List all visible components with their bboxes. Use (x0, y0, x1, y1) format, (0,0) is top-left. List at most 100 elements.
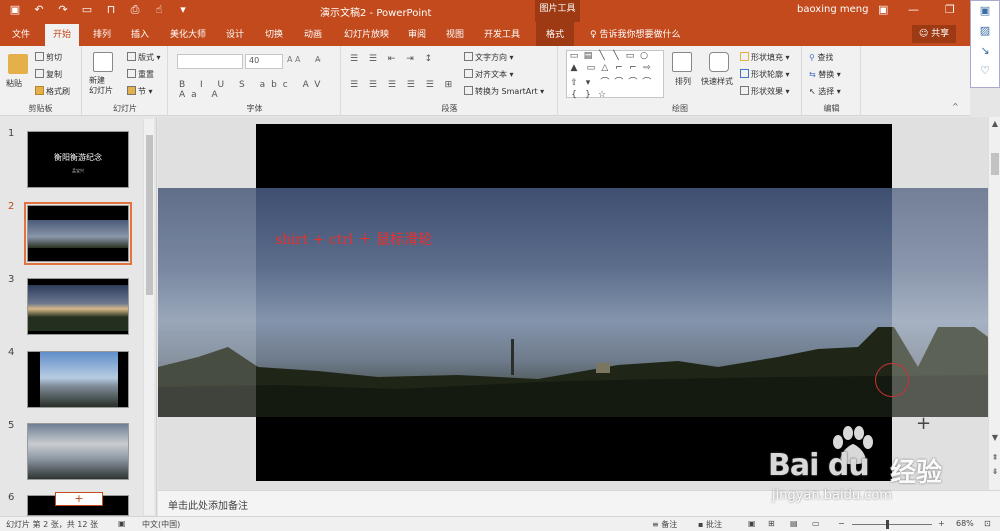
smartart-button[interactable]: 转换为 SmartArt ▾ (464, 86, 544, 97)
previous-slide-icon[interactable]: ⇞ (989, 453, 1000, 462)
customize-icon[interactable]: ▾ (176, 3, 190, 17)
align-buttons[interactable]: ☰ ☰ ☰ ☰ ☰ ⊞ (350, 80, 456, 90)
tab-slideshow[interactable]: 幻灯片放映 (344, 27, 389, 40)
select-button[interactable]: ↖ 选择 ▾ (809, 86, 841, 97)
slide-thumbnail-5[interactable] (27, 423, 129, 480)
font-group: 40 A A A̶ B I U S abc AV Aa A 字体 (169, 46, 341, 116)
comments-toggle[interactable]: ▪ 批注 (698, 519, 722, 530)
reset-button[interactable]: 重置 (127, 69, 154, 80)
shape-effects-button[interactable]: 形状效果 ▾ (740, 86, 790, 97)
slide-number: 4 (8, 347, 15, 358)
tab-review[interactable]: 审阅 (408, 27, 426, 40)
layout-button[interactable]: 版式 ▾ (127, 52, 161, 63)
arrange-icon[interactable] (672, 52, 692, 72)
slide-sorter-icon[interactable]: ⊞ (768, 519, 775, 528)
picture-icon[interactable]: ▨ (971, 21, 999, 41)
paste-button[interactable]: 粘贴 (6, 78, 22, 89)
heart-icon[interactable]: ♡ (971, 61, 999, 81)
editor-scrollbar[interactable]: ▲ ▼ ⇞ ⇟ (988, 117, 1000, 490)
scrollbar-thumb[interactable] (146, 135, 153, 295)
watermark-sub: 经验 (890, 458, 943, 488)
slide-thumbnail-2[interactable] (24, 202, 132, 265)
scroll-down-icon[interactable]: ▼ (989, 433, 1000, 442)
ribbon-display-icon[interactable]: ▣ (878, 3, 888, 16)
redo-icon[interactable]: ↷ (56, 3, 70, 17)
add-slide-button[interactable]: + (55, 492, 103, 506)
tab-insert[interactable]: 插入 (131, 27, 149, 40)
language-status[interactable]: 中文(中国) (142, 519, 180, 530)
zoom-slider-knob[interactable] (886, 520, 889, 529)
format-painter-button[interactable]: 格式刷 (35, 86, 70, 97)
tab-developer[interactable]: 开发工具 (484, 27, 520, 40)
font-name-input[interactable] (177, 54, 243, 69)
zoom-in-icon[interactable]: + (938, 519, 945, 528)
panorama-picture[interactable] (158, 188, 988, 417)
text-direction-button[interactable]: 文字方向 ▾ (464, 52, 514, 63)
slideshow-view-icon[interactable]: ▭ (812, 519, 820, 528)
normal-view-icon[interactable]: ▣ (748, 519, 756, 528)
tab-home[interactable]: 开始 (45, 24, 80, 46)
user-name[interactable]: baoxing meng (797, 4, 868, 15)
tab-beautify[interactable]: 美化大师 (170, 27, 206, 40)
touch-icon[interactable]: ☝ (152, 3, 166, 17)
spellcheck-icon[interactable]: ▣ (118, 519, 126, 528)
copy-button[interactable]: 复制 (35, 69, 62, 80)
restore-icon[interactable]: ❐ (945, 3, 955, 16)
font-format-buttons[interactable]: B I U S abc AV Aa A (179, 80, 340, 100)
tab-transitions[interactable]: 切换 (265, 27, 283, 40)
undo-icon[interactable]: ↶ (32, 3, 46, 17)
reading-view-icon[interactable]: ▤ (790, 519, 798, 528)
tab-arrange[interactable]: 排列 (93, 27, 111, 40)
replace-button[interactable]: ⇆ 替换 ▾ (809, 69, 841, 80)
paint-bucket-icon (740, 52, 749, 61)
zoom-slider[interactable] (852, 524, 932, 525)
present-icon[interactable]: ▭ (80, 3, 94, 17)
scroll-up-icon[interactable]: ▲ (989, 119, 1000, 128)
find-button[interactable]: ⚲ 查找 (809, 52, 833, 63)
share-button[interactable]: ☺ 共享 (912, 25, 956, 43)
tab-view[interactable]: 视图 (446, 27, 464, 40)
image-icon[interactable]: ▣ (971, 1, 999, 21)
scrollbar-thumb[interactable] (991, 153, 999, 175)
fit-slide-icon[interactable]: ⊡ (984, 519, 991, 528)
lock-icon[interactable]: ⊓ (104, 3, 118, 17)
grow-font-icon[interactable]: A A (287, 55, 301, 64)
shapes-gallery[interactable]: ▭ ▤ ╲ ╲ ▭ ○▲ ▭ △ ⌐ ⌐ ⇨⇧ ▾ ⌒ ⌒ ⌒ ⌒{} ☆ (566, 50, 664, 100)
new-slide-icon[interactable] (93, 52, 113, 72)
next-slide-icon[interactable]: ⇟ (989, 467, 1000, 476)
shape-fill-button[interactable]: 形状填充 ▾ (740, 52, 790, 63)
layout-icon (127, 52, 136, 61)
thumbnails-scrollbar[interactable] (143, 119, 154, 515)
print-icon[interactable]: ⎙ (128, 3, 142, 17)
list-buttons[interactable]: ☰ ☰ ⇤ ⇥ ↕ (350, 54, 436, 64)
tab-animations[interactable]: 动画 (304, 27, 322, 40)
section-button[interactable]: 节 ▾ (127, 86, 153, 97)
smartart-icon (464, 86, 473, 95)
tab-design[interactable]: 设计 (226, 27, 244, 40)
new-slide-button[interactable]: 新建 幻灯片 (89, 76, 113, 96)
tab-format[interactable]: 格式 (536, 22, 575, 46)
minimize-icon[interactable]: — (908, 3, 919, 16)
paste-icon[interactable] (8, 54, 28, 74)
text-direction-icon (464, 52, 473, 61)
collapse-ribbon-icon[interactable]: ^ (952, 102, 959, 111)
cut-button[interactable]: 剪切 (35, 52, 62, 63)
quick-styles-icon[interactable] (709, 52, 729, 72)
zoom-out-icon[interactable]: − (838, 519, 845, 528)
quick-styles-button[interactable]: 快速样式 (701, 76, 733, 87)
save-icon[interactable]: ▣ (8, 3, 22, 17)
shape-outline-button[interactable]: 形状轮廓 ▾ (740, 69, 790, 80)
align-text-button[interactable]: 对齐文本 ▾ (464, 69, 514, 80)
slide-thumbnail-4[interactable] (27, 351, 129, 408)
slide-annotation-text[interactable]: shirt + ctrl ＋ 鼠标滑轮 (275, 229, 432, 249)
notes-toggle[interactable]: ≡ 备注 (652, 519, 677, 530)
clear-format-icon[interactable]: A̶ (315, 55, 320, 64)
tell-me-search[interactable]: ♀ 告诉我你想要做什么 (590, 27, 680, 40)
font-size-input[interactable]: 40 (245, 54, 283, 69)
export-icon[interactable]: ↘ (971, 41, 999, 61)
arrange-button[interactable]: 排列 (675, 76, 691, 87)
zoom-level[interactable]: 68% (956, 519, 974, 528)
slide-thumbnail-3[interactable] (27, 278, 129, 335)
tab-file[interactable]: 文件 (12, 27, 30, 40)
slide-thumbnail-1[interactable]: 衡阳衡游纪念 孟宝兴 (27, 131, 129, 188)
